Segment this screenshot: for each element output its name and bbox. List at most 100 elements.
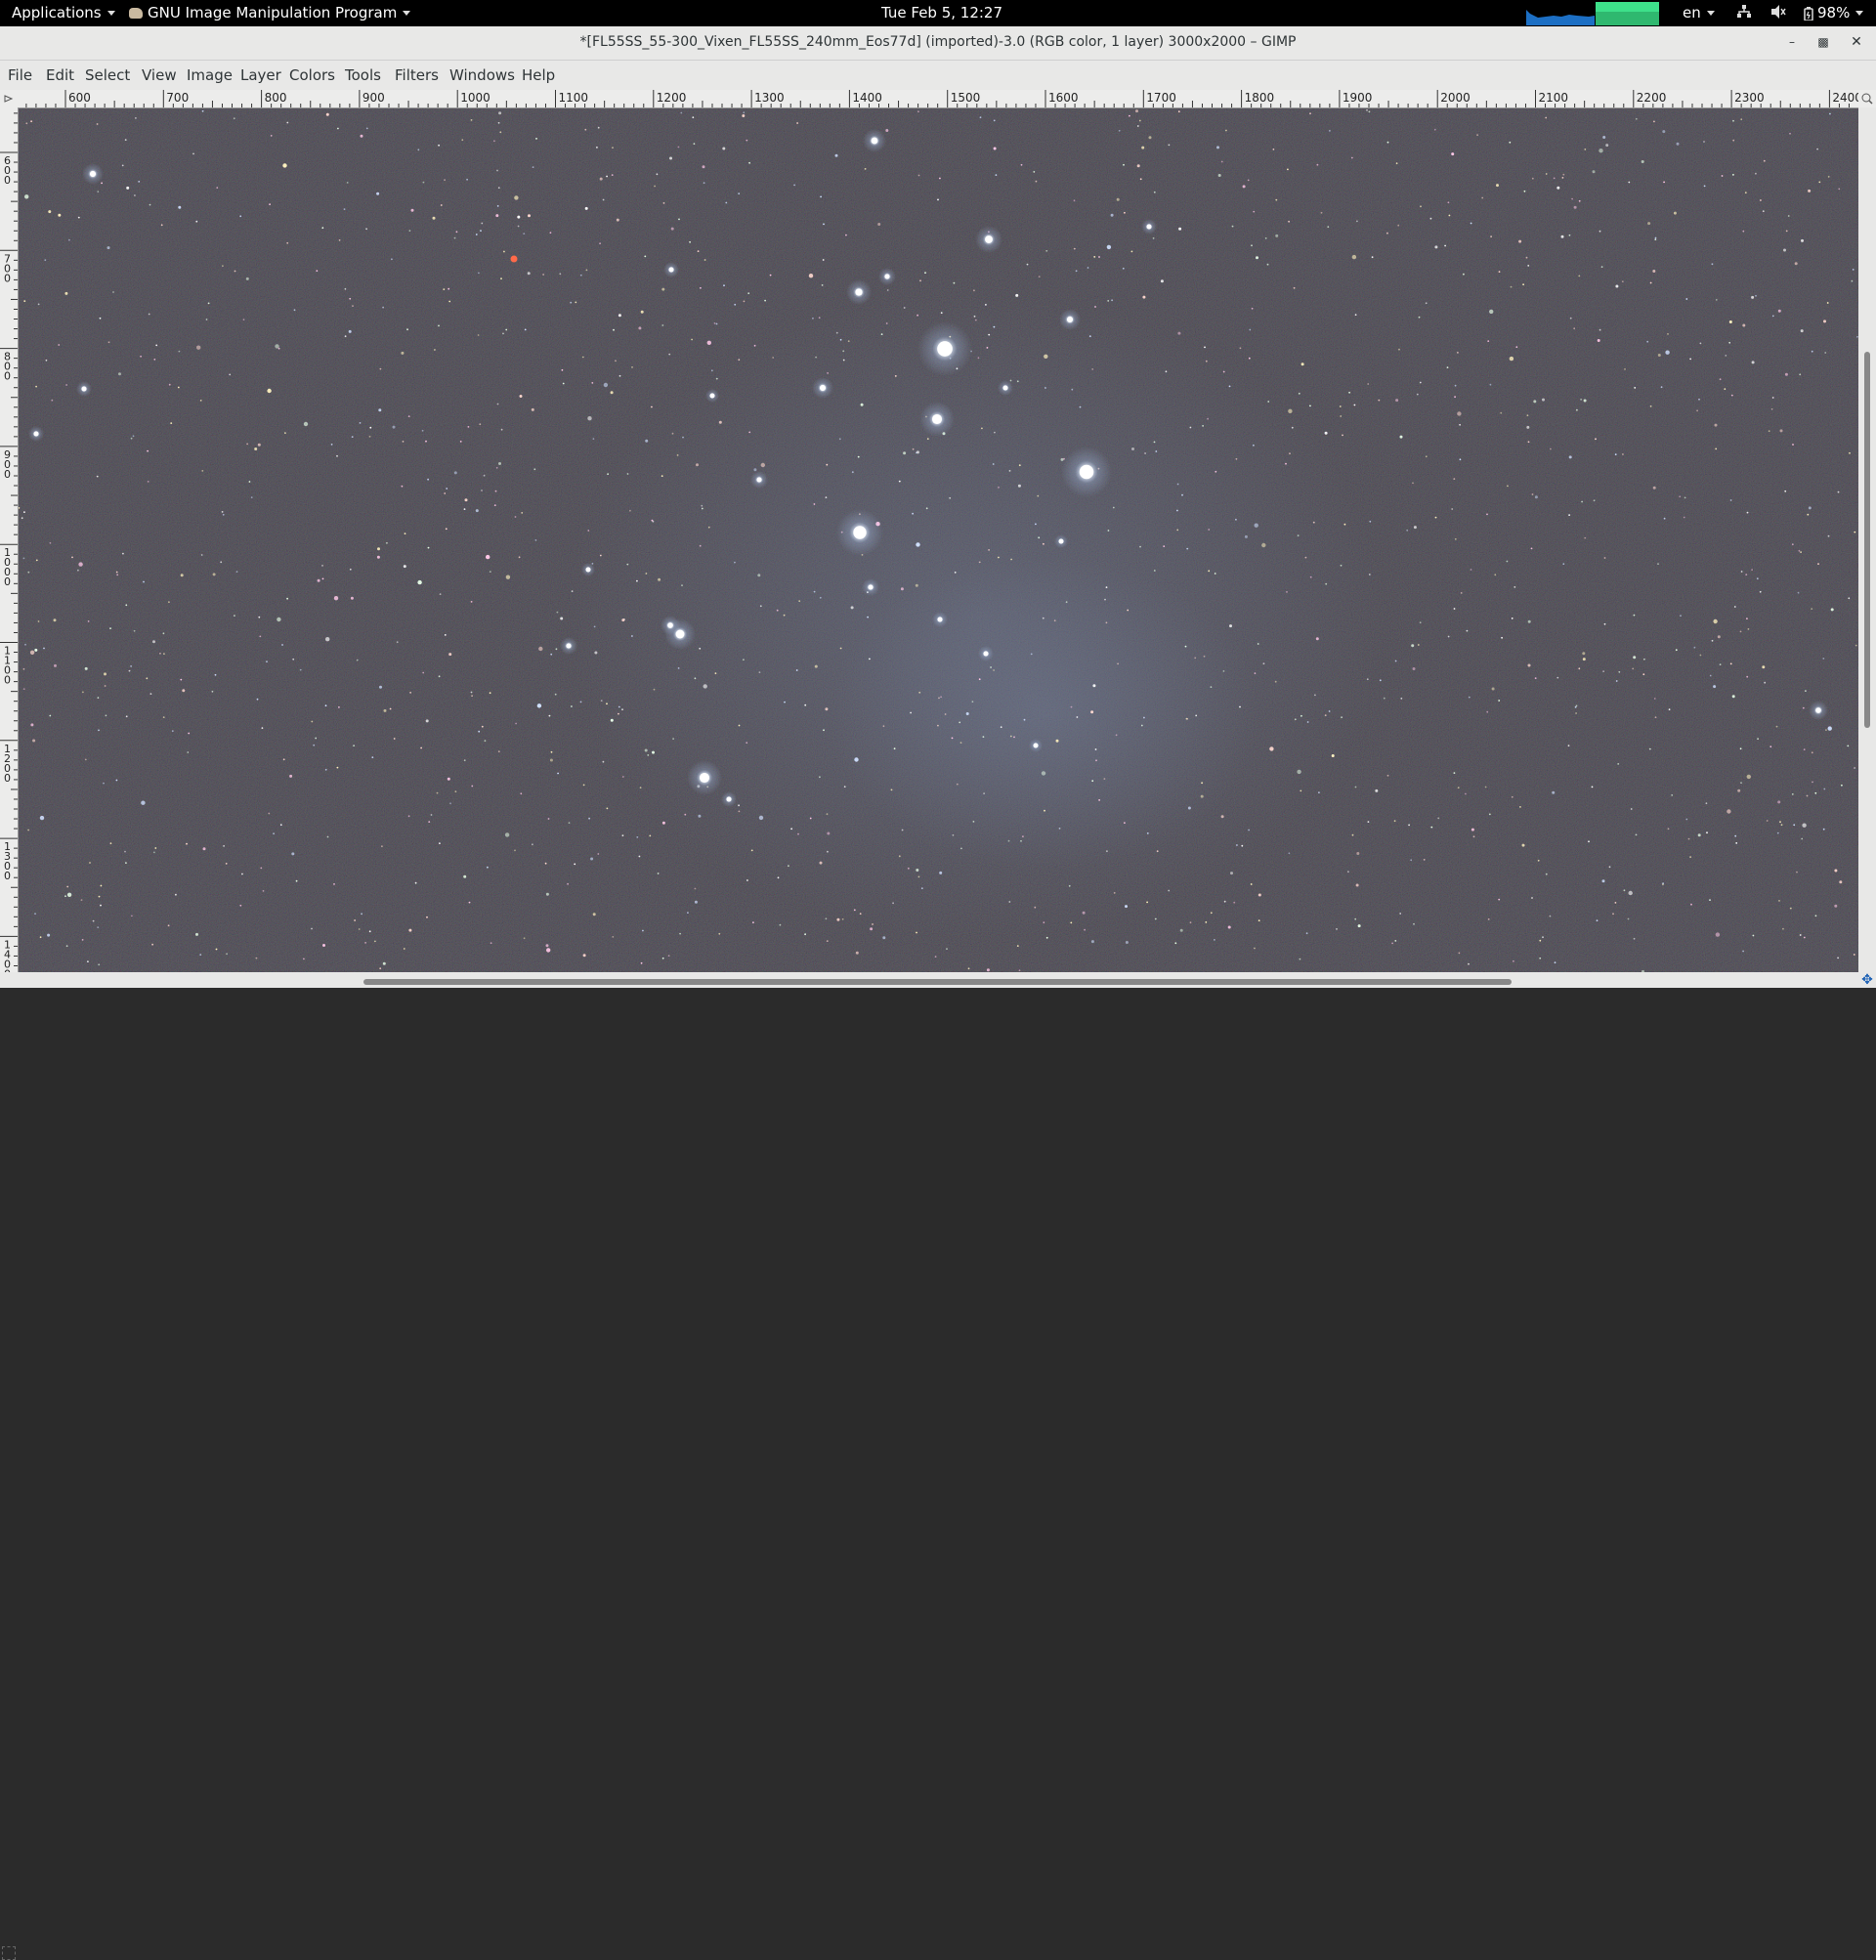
faint-star	[995, 174, 998, 176]
faint-star	[1210, 912, 1213, 915]
clock[interactable]: Tue Feb 5, 12:27	[881, 4, 1002, 21]
menu-tools[interactable]: Tools	[345, 66, 381, 84]
menu-layer[interactable]: Layer	[240, 66, 281, 84]
faint-star	[917, 875, 920, 878]
faint-star	[24, 643, 26, 646]
menu-select[interactable]: Select	[85, 66, 130, 84]
faint-star	[378, 408, 382, 412]
ruler-corner-button[interactable]	[0, 90, 19, 108]
faint-star	[548, 714, 551, 717]
system-monitor-graph[interactable]	[1526, 2, 1659, 25]
volume-icon[interactable]	[1770, 4, 1788, 23]
faint-star	[92, 919, 95, 922]
window-titlebar[interactable]: *[FL55SS_55-300_Vixen_FL55SS_240mm_Eos77…	[0, 26, 1876, 61]
app-menu[interactable]: GNU Image Manipulation Program	[129, 4, 411, 21]
faint-star	[1379, 679, 1382, 682]
faint-star	[610, 718, 614, 722]
faint-star	[1451, 152, 1455, 156]
faint-star	[1755, 294, 1757, 297]
faint-star	[758, 815, 764, 821]
faint-star	[658, 577, 661, 581]
faint-star	[1554, 961, 1556, 964]
faint-star	[1113, 892, 1116, 894]
faint-star	[1837, 957, 1839, 959]
faint-star	[1035, 523, 1037, 526]
faint-star	[275, 344, 279, 349]
menu-windows[interactable]: Windows	[449, 66, 515, 84]
language-selector[interactable]: en	[1683, 4, 1715, 21]
faint-star	[496, 403, 499, 405]
faint-star	[584, 206, 588, 210]
menu-file[interactable]: File	[8, 66, 32, 84]
faint-star	[839, 338, 842, 341]
faint-star	[1839, 880, 1843, 884]
faint-star	[1649, 405, 1652, 407]
faint-star	[478, 272, 480, 275]
faint-star	[1399, 913, 1402, 915]
network-icon[interactable]	[1737, 4, 1751, 23]
bright-star-core	[709, 393, 715, 399]
applications-menu[interactable]: Applications	[12, 4, 115, 21]
faint-star	[1098, 256, 1100, 258]
faint-star	[262, 890, 265, 892]
faint-star	[130, 665, 132, 667]
faint-star	[1055, 739, 1059, 743]
faint-star	[1154, 917, 1157, 920]
faint-star	[1386, 774, 1389, 777]
navigate-icon[interactable]: ✥	[1858, 972, 1876, 988]
faint-star	[66, 885, 69, 888]
faint-star	[757, 574, 761, 577]
faint-star	[475, 509, 479, 513]
faint-star	[481, 725, 484, 728]
faint-star	[636, 836, 639, 838]
vertical-ruler[interactable]: 60070080090010001100120013001400	[0, 107, 19, 972]
faint-star	[497, 750, 500, 753]
faint-star	[677, 667, 680, 669]
faint-star	[311, 720, 314, 723]
menu-colors[interactable]: Colors	[289, 66, 335, 84]
faint-star	[694, 677, 697, 680]
faint-star	[1689, 358, 1691, 361]
faint-star	[1254, 672, 1257, 674]
faint-star	[1642, 673, 1645, 676]
menu-filters[interactable]: Filters	[395, 66, 439, 84]
faint-star	[453, 236, 456, 239]
menu-image[interactable]: Image	[187, 66, 233, 84]
horizontal-ruler[interactable]: 600 700 800 900 1000 1100 1200 1300 1400 1500 1600…	[18, 90, 1858, 108]
faint-star	[1140, 724, 1143, 727]
faint-star	[822, 259, 825, 261]
faint-star	[408, 230, 411, 232]
horizontal-scrollbar-thumb[interactable]	[363, 979, 1512, 985]
minimize-icon[interactable]: –	[1784, 34, 1800, 50]
menu-help[interactable]: Help	[522, 66, 555, 84]
close-icon[interactable]: ✕	[1849, 34, 1864, 50]
faint-star	[100, 904, 102, 907]
faint-star	[1568, 514, 1570, 516]
faint-star	[651, 405, 653, 408]
faint-star	[978, 678, 981, 681]
faint-star	[974, 319, 977, 321]
faint-star	[1549, 915, 1552, 917]
faint-star	[1082, 911, 1086, 915]
image-canvas[interactable]	[19, 108, 1858, 972]
faint-star	[1486, 710, 1489, 713]
quick-mask-toggle[interactable]	[2, 1946, 16, 1960]
faint-star	[1830, 608, 1834, 612]
vertical-scrollbar-thumb[interactable]	[1864, 352, 1870, 728]
faint-star	[814, 664, 818, 668]
faint-star	[1511, 618, 1514, 619]
faint-star	[49, 714, 52, 717]
maximize-icon[interactable]: ▩	[1815, 34, 1831, 50]
battery-status[interactable]: 98%	[1804, 4, 1864, 21]
faint-star	[1291, 426, 1294, 429]
menu-view[interactable]: View	[142, 66, 177, 84]
horizontal-scrollbar[interactable]	[0, 972, 1876, 1960]
faint-star	[1665, 350, 1670, 355]
faint-star	[68, 238, 70, 241]
faint-star	[386, 541, 388, 544]
menu-edit[interactable]: Edit	[46, 66, 74, 84]
faint-star	[613, 328, 615, 331]
faint-star	[1371, 256, 1374, 259]
vertical-scrollbar[interactable]	[1858, 107, 1876, 972]
zoom-lock-button[interactable]	[1858, 90, 1876, 108]
